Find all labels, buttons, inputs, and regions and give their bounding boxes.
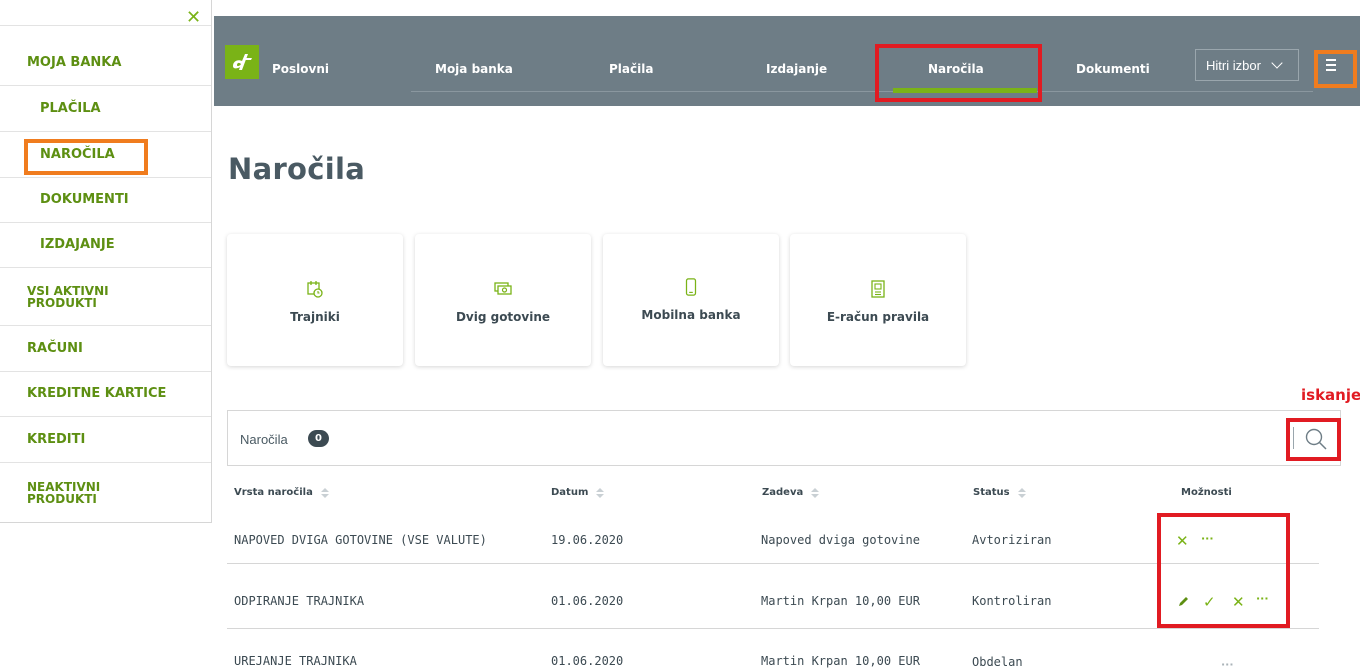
drawer-top: [0, 0, 211, 26]
drawer-item-moja-banka[interactable]: MOJA BANKA: [0, 40, 211, 86]
cell-status: Obdelan: [972, 655, 1023, 668]
column-label: Možnosti: [1181, 487, 1232, 498]
nav-narocila[interactable]: Naročila: [928, 62, 984, 76]
more-options-icon[interactable]: ···: [1256, 592, 1269, 605]
drawer-item-label: NAROČILA: [40, 146, 115, 162]
tile-label: Mobilna banka: [641, 308, 741, 322]
column-label: Status: [973, 487, 1010, 498]
more-options-icon[interactable]: ···: [1201, 532, 1214, 545]
column-header-status[interactable]: Status: [973, 487, 1026, 498]
cell-date: 01.06.2020: [551, 654, 624, 668]
cell-status: Avtoriziran: [972, 533, 1052, 547]
drawer-item-label: KREDITNE KARTICE: [27, 386, 167, 401]
cell-date: 19.06.2020: [551, 533, 624, 547]
drawer-item-narocila[interactable]: NAROČILA: [0, 132, 211, 178]
column-header-subject[interactable]: Zadeva: [762, 487, 820, 498]
column-label: Vrsta naročila: [234, 487, 313, 498]
drawer-item-label: NEAKTIVNI PRODUKTI: [27, 481, 100, 505]
row-divider: [227, 628, 1319, 629]
confirm-icon[interactable]: ✓: [1203, 595, 1216, 610]
cancel-icon[interactable]: ✕: [1232, 595, 1245, 610]
search-annotation: iskanje: [1301, 386, 1360, 404]
cell-type: NAPOVED DVIGA GOTOVINE (VSE VALUTE): [234, 533, 487, 547]
edit-icon[interactable]: [1178, 595, 1190, 607]
tile-label: Trajniki: [290, 310, 340, 324]
drawer-item-dokumenti[interactable]: DOKUMENTI: [0, 178, 211, 223]
top-navigation: Poslovni Moja banka Plačila Izdajanje Na…: [214, 16, 1360, 106]
sort-icon[interactable]: [1017, 487, 1026, 498]
cash-icon: [494, 282, 512, 295]
cell-status: Kontroliran: [972, 594, 1052, 608]
sort-icon[interactable]: [320, 487, 329, 498]
nav-moja-banka[interactable]: Moja banka: [435, 62, 513, 76]
nav-divider: [411, 91, 1313, 92]
drawer-item-placila[interactable]: PLAČILA: [0, 86, 211, 132]
drawer-item-neaktivni-produkti[interactable]: NEAKTIVNI PRODUKTI: [0, 463, 211, 523]
cell-type: ODPIRANJE TRAJNIKA: [234, 594, 365, 608]
close-icon[interactable]: [186, 10, 202, 26]
column-label: Zadeva: [762, 487, 804, 498]
quick-select-dropdown[interactable]: Hitri izbor: [1195, 49, 1299, 81]
tile-mobilna-banka[interactable]: Mobilna banka: [603, 234, 779, 366]
column-header-date[interactable]: Datum: [551, 487, 605, 498]
quick-select-label: Hitri izbor: [1206, 57, 1261, 73]
page-title: Naročila: [228, 152, 366, 186]
drawer-item-krediti[interactable]: KREDITI: [0, 417, 211, 463]
sort-icon[interactable]: [596, 487, 605, 498]
brand-name: Poslovni: [272, 62, 330, 76]
drawer-item-label: IZDAJANJE: [40, 237, 115, 252]
drawer-item-label: VSI AKTIVNI PRODUKTI: [27, 285, 109, 309]
bank-logo[interactable]: [225, 45, 259, 79]
drawer-item-label: DOKUMENTI: [40, 192, 129, 207]
cancel-icon[interactable]: ✕: [1176, 534, 1189, 549]
drawer-item-izdajanje[interactable]: IZDAJANJE: [0, 223, 211, 268]
tile-trajniki[interactable]: Trajniki: [227, 234, 403, 366]
calendar-clock-icon: [307, 281, 323, 298]
side-menu-drawer: MOJA BANKA PLAČILA NAROČILA DOKUMENTI IZ…: [0, 0, 212, 523]
drawer-item-racuni[interactable]: RAČUNI: [0, 326, 211, 372]
document-rules-icon: [871, 280, 885, 298]
cell-subject: Napoved dviga gotovine: [761, 533, 920, 547]
tile-label: E-račun pravila: [826, 310, 930, 324]
search-divider: [1293, 427, 1294, 449]
mobile-phone-icon: [685, 278, 697, 296]
orders-count-badge: 0: [308, 430, 329, 447]
row-divider: [227, 563, 1319, 564]
label-line-2: PRODUKTI: [27, 492, 97, 506]
nav-placila[interactable]: Plačila: [609, 62, 653, 76]
tile-e-racun-pravila[interactable]: E-račun pravila: [790, 234, 966, 366]
drawer-item-label: KREDITI: [27, 431, 86, 447]
more-options-icon[interactable]: ···: [1221, 658, 1234, 668]
nav-izdajanje[interactable]: Izdajanje: [766, 62, 827, 76]
cell-subject: Martin Krpan 10,00 EUR: [761, 594, 920, 608]
drawer-item-kreditne-kartice[interactable]: KREDITNE KARTICE: [0, 372, 211, 417]
search-icon[interactable]: [1304, 427, 1328, 451]
logo-mark-icon: [233, 54, 252, 70]
drawer-item-vsi-aktivni-produkti[interactable]: VSI AKTIVNI PRODUKTI: [0, 268, 211, 326]
chevron-down-icon: [1271, 57, 1283, 69]
tile-label: Dvig gotovine: [455, 310, 551, 324]
menu-icon[interactable]: [1320, 54, 1342, 76]
cell-subject: Martin Krpan 10,00 EUR: [761, 654, 920, 668]
orders-panel-title: Naročila: [240, 432, 288, 447]
drawer-item-label: MOJA BANKA: [27, 54, 122, 70]
tile-dvig-gotovine[interactable]: Dvig gotovine: [415, 234, 591, 366]
drawer-item-label: PLAČILA: [40, 100, 101, 116]
orders-panel-header: Naročila 0: [227, 410, 1341, 466]
sort-icon[interactable]: [811, 487, 820, 498]
column-header-type[interactable]: Vrsta naročila: [234, 487, 329, 498]
cell-type: UREJANJE TRAJNIKA: [234, 654, 357, 668]
nav-active-indicator: [893, 88, 1037, 93]
nav-dokumenti[interactable]: Dokumenti: [1076, 62, 1150, 76]
label-line-2: PRODUKTI: [27, 295, 97, 310]
column-header-options: Možnosti: [1181, 487, 1232, 498]
cell-date: 01.06.2020: [551, 594, 624, 608]
highlight-row-actions: [1157, 513, 1290, 628]
drawer-item-label: RAČUNI: [27, 340, 83, 356]
column-label: Datum: [551, 487, 589, 498]
